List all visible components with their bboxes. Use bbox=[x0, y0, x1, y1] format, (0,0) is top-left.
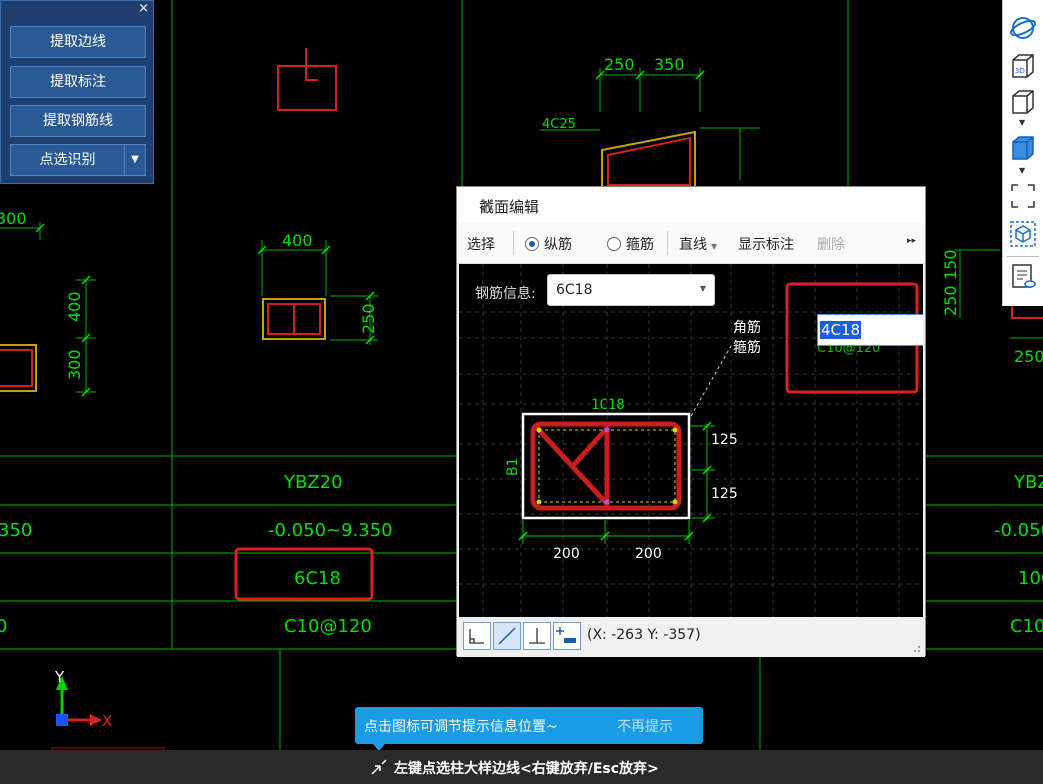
rebar-label: 4C25 bbox=[542, 117, 576, 132]
rebar-info-label: 钢筋信息: bbox=[475, 286, 536, 302]
radio-unchecked-icon bbox=[607, 237, 621, 251]
svg-text:3D: 3D bbox=[1015, 67, 1025, 75]
3d-view-icon[interactable]: 3D bbox=[1009, 52, 1037, 80]
stirrup-text: C10@120 bbox=[284, 616, 372, 637]
chevron-down-icon[interactable]: ▼ bbox=[1019, 118, 1025, 127]
dim-text: 150 bbox=[941, 249, 960, 280]
close-icon[interactable]: ✕ bbox=[479, 193, 911, 217]
section-edit-dialog: 截面编辑 ✕ 选择 纵筋 箍筋 直线 ▼ 显示标注 删除 ▸▸ 1C18 B1 … bbox=[456, 186, 926, 657]
dim-text: 250 bbox=[604, 55, 635, 74]
dim-text: 250 bbox=[1014, 347, 1043, 366]
chevron-down-icon: ▼ bbox=[699, 284, 706, 293]
dim-text: 125 bbox=[711, 432, 738, 448]
stirrup-label: 箍筋 bbox=[626, 237, 654, 253]
stirrup-text: 0 bbox=[0, 616, 7, 637]
dialog-toolbar: 选择 纵筋 箍筋 直线 ▼ 显示标注 删除 ▸▸ bbox=[457, 223, 925, 264]
dim-text: 300 bbox=[65, 349, 84, 380]
axis-y-label: Y bbox=[54, 668, 65, 686]
add-dimension-icon[interactable] bbox=[553, 622, 581, 650]
cursor-coordinates: (X: -263 Y: -357) bbox=[587, 627, 701, 643]
dim-text: 350 bbox=[654, 55, 685, 74]
section-box-icon[interactable] bbox=[1009, 220, 1037, 248]
column-section bbox=[0, 344, 37, 392]
rebar-info-select[interactable]: 6C18 ▼ bbox=[547, 274, 715, 306]
dim-text: 400 bbox=[65, 291, 84, 322]
pick-identify-button[interactable]: 点选识别 ▼ bbox=[10, 144, 146, 176]
column-name: YBZ20 bbox=[283, 472, 343, 493]
show-dimension-button[interactable]: 显示标注 bbox=[738, 234, 794, 254]
more-tools-icon[interactable]: ▸▸ bbox=[907, 236, 916, 246]
extract-annotation-button[interactable]: 提取标注 bbox=[10, 66, 146, 98]
column-name: YBZ bbox=[1013, 472, 1043, 493]
line-type-dropdown[interactable]: 直线 ▼ bbox=[679, 234, 717, 254]
chevron-down-icon: ▼ bbox=[711, 242, 718, 251]
longitudinal-label: 纵筋 bbox=[544, 237, 572, 253]
dim-text: 200 bbox=[553, 546, 580, 562]
delete-button[interactable]: 删除 bbox=[817, 234, 845, 254]
extract-rebar-line-button[interactable]: 提取钢筋线 bbox=[10, 105, 146, 137]
dialog-titlebar[interactable]: 截面编辑 ✕ bbox=[457, 187, 925, 223]
section-top-rebar-label: 1C18 bbox=[591, 397, 625, 413]
dim-text: 250 bbox=[941, 285, 960, 316]
line-draw-icon[interactable] bbox=[493, 622, 521, 650]
extract-tool-panel: × 提取边线 提取标注 提取钢筋线 点选识别 ▼ bbox=[0, 0, 154, 184]
orbit-icon[interactable] bbox=[1009, 14, 1037, 42]
stirrup-legend: 箍筋 bbox=[733, 339, 761, 356]
ortho-snap-icon[interactable] bbox=[463, 622, 491, 650]
rebar-edit-input[interactable]: 4C18 bbox=[817, 314, 923, 346]
rebar-text: 10C bbox=[1018, 568, 1043, 589]
zoom-extent-icon[interactable] bbox=[1009, 182, 1037, 210]
properties-view-icon[interactable] bbox=[1009, 262, 1037, 290]
dim-text: 125 bbox=[711, 486, 738, 502]
dim-text: 300 bbox=[0, 209, 27, 228]
rebar-edit-value: 4C18 bbox=[820, 321, 862, 339]
radio-checked-icon bbox=[525, 237, 539, 251]
view-toolbar: 3D ▼ ▼ bbox=[1002, 0, 1043, 306]
stirrup-text: C10@ bbox=[1010, 616, 1043, 637]
longitudinal-radio[interactable]: 纵筋 bbox=[525, 234, 572, 254]
dim-text: 400 bbox=[282, 231, 313, 250]
rebar-info-value: 6C18 bbox=[556, 282, 593, 298]
hint-tooltip[interactable]: 点击图标可调节提示信息位置~ 不再提示 bbox=[355, 707, 703, 751]
corner-rebar-legend: 角筋 bbox=[733, 319, 761, 336]
axis-x-label: X bbox=[102, 712, 112, 730]
cube-view-icon[interactable] bbox=[1009, 88, 1037, 116]
chevron-down-icon[interactable]: ▼ bbox=[1019, 166, 1025, 175]
perpendicular-icon[interactable] bbox=[523, 622, 551, 650]
elevation-text: -0.050~9.350 bbox=[268, 520, 393, 541]
pick-cursor-icon bbox=[371, 759, 387, 775]
dim-text: 200 bbox=[635, 546, 662, 562]
ucs-axis-icon: Y X bbox=[54, 668, 112, 730]
dialog-footer: (X: -263 Y: -357) bbox=[457, 617, 925, 657]
dont-show-again-link[interactable]: 不再提示 bbox=[617, 716, 673, 736]
elevation-text: 350 bbox=[0, 520, 32, 541]
hint-text: 点击图标可调节提示信息位置~ bbox=[364, 719, 558, 735]
stirrup-radio[interactable]: 箍筋 bbox=[607, 234, 654, 254]
elevation-text: -0.050~ bbox=[994, 520, 1043, 541]
extract-edge-button[interactable]: 提取边线 bbox=[10, 26, 146, 58]
section-side-label: B1 bbox=[505, 457, 521, 476]
cube-filled-icon[interactable] bbox=[1009, 134, 1037, 162]
section-canvas[interactable]: 1C18 B1 125 125 200 200 角筋 箍筋 C10@120 钢筋… bbox=[459, 264, 923, 617]
dim-text: 250 bbox=[359, 303, 378, 334]
close-icon[interactable]: × bbox=[138, 1, 149, 17]
pick-identify-label: 点选识别 bbox=[39, 152, 96, 168]
select-tool[interactable]: 选择 bbox=[467, 234, 495, 254]
rebar-text: 6C18 bbox=[294, 568, 341, 589]
chevron-down-icon[interactable]: ▼ bbox=[124, 145, 145, 175]
line-type-label: 直线 bbox=[679, 237, 707, 253]
status-bar: 左键点选柱大样边线<右键放弃/Esc放弃> bbox=[0, 750, 1043, 784]
status-message: 左键点选柱大样边线<右键放弃/Esc放弃> bbox=[394, 761, 659, 777]
resize-grip-icon[interactable] bbox=[911, 643, 921, 653]
